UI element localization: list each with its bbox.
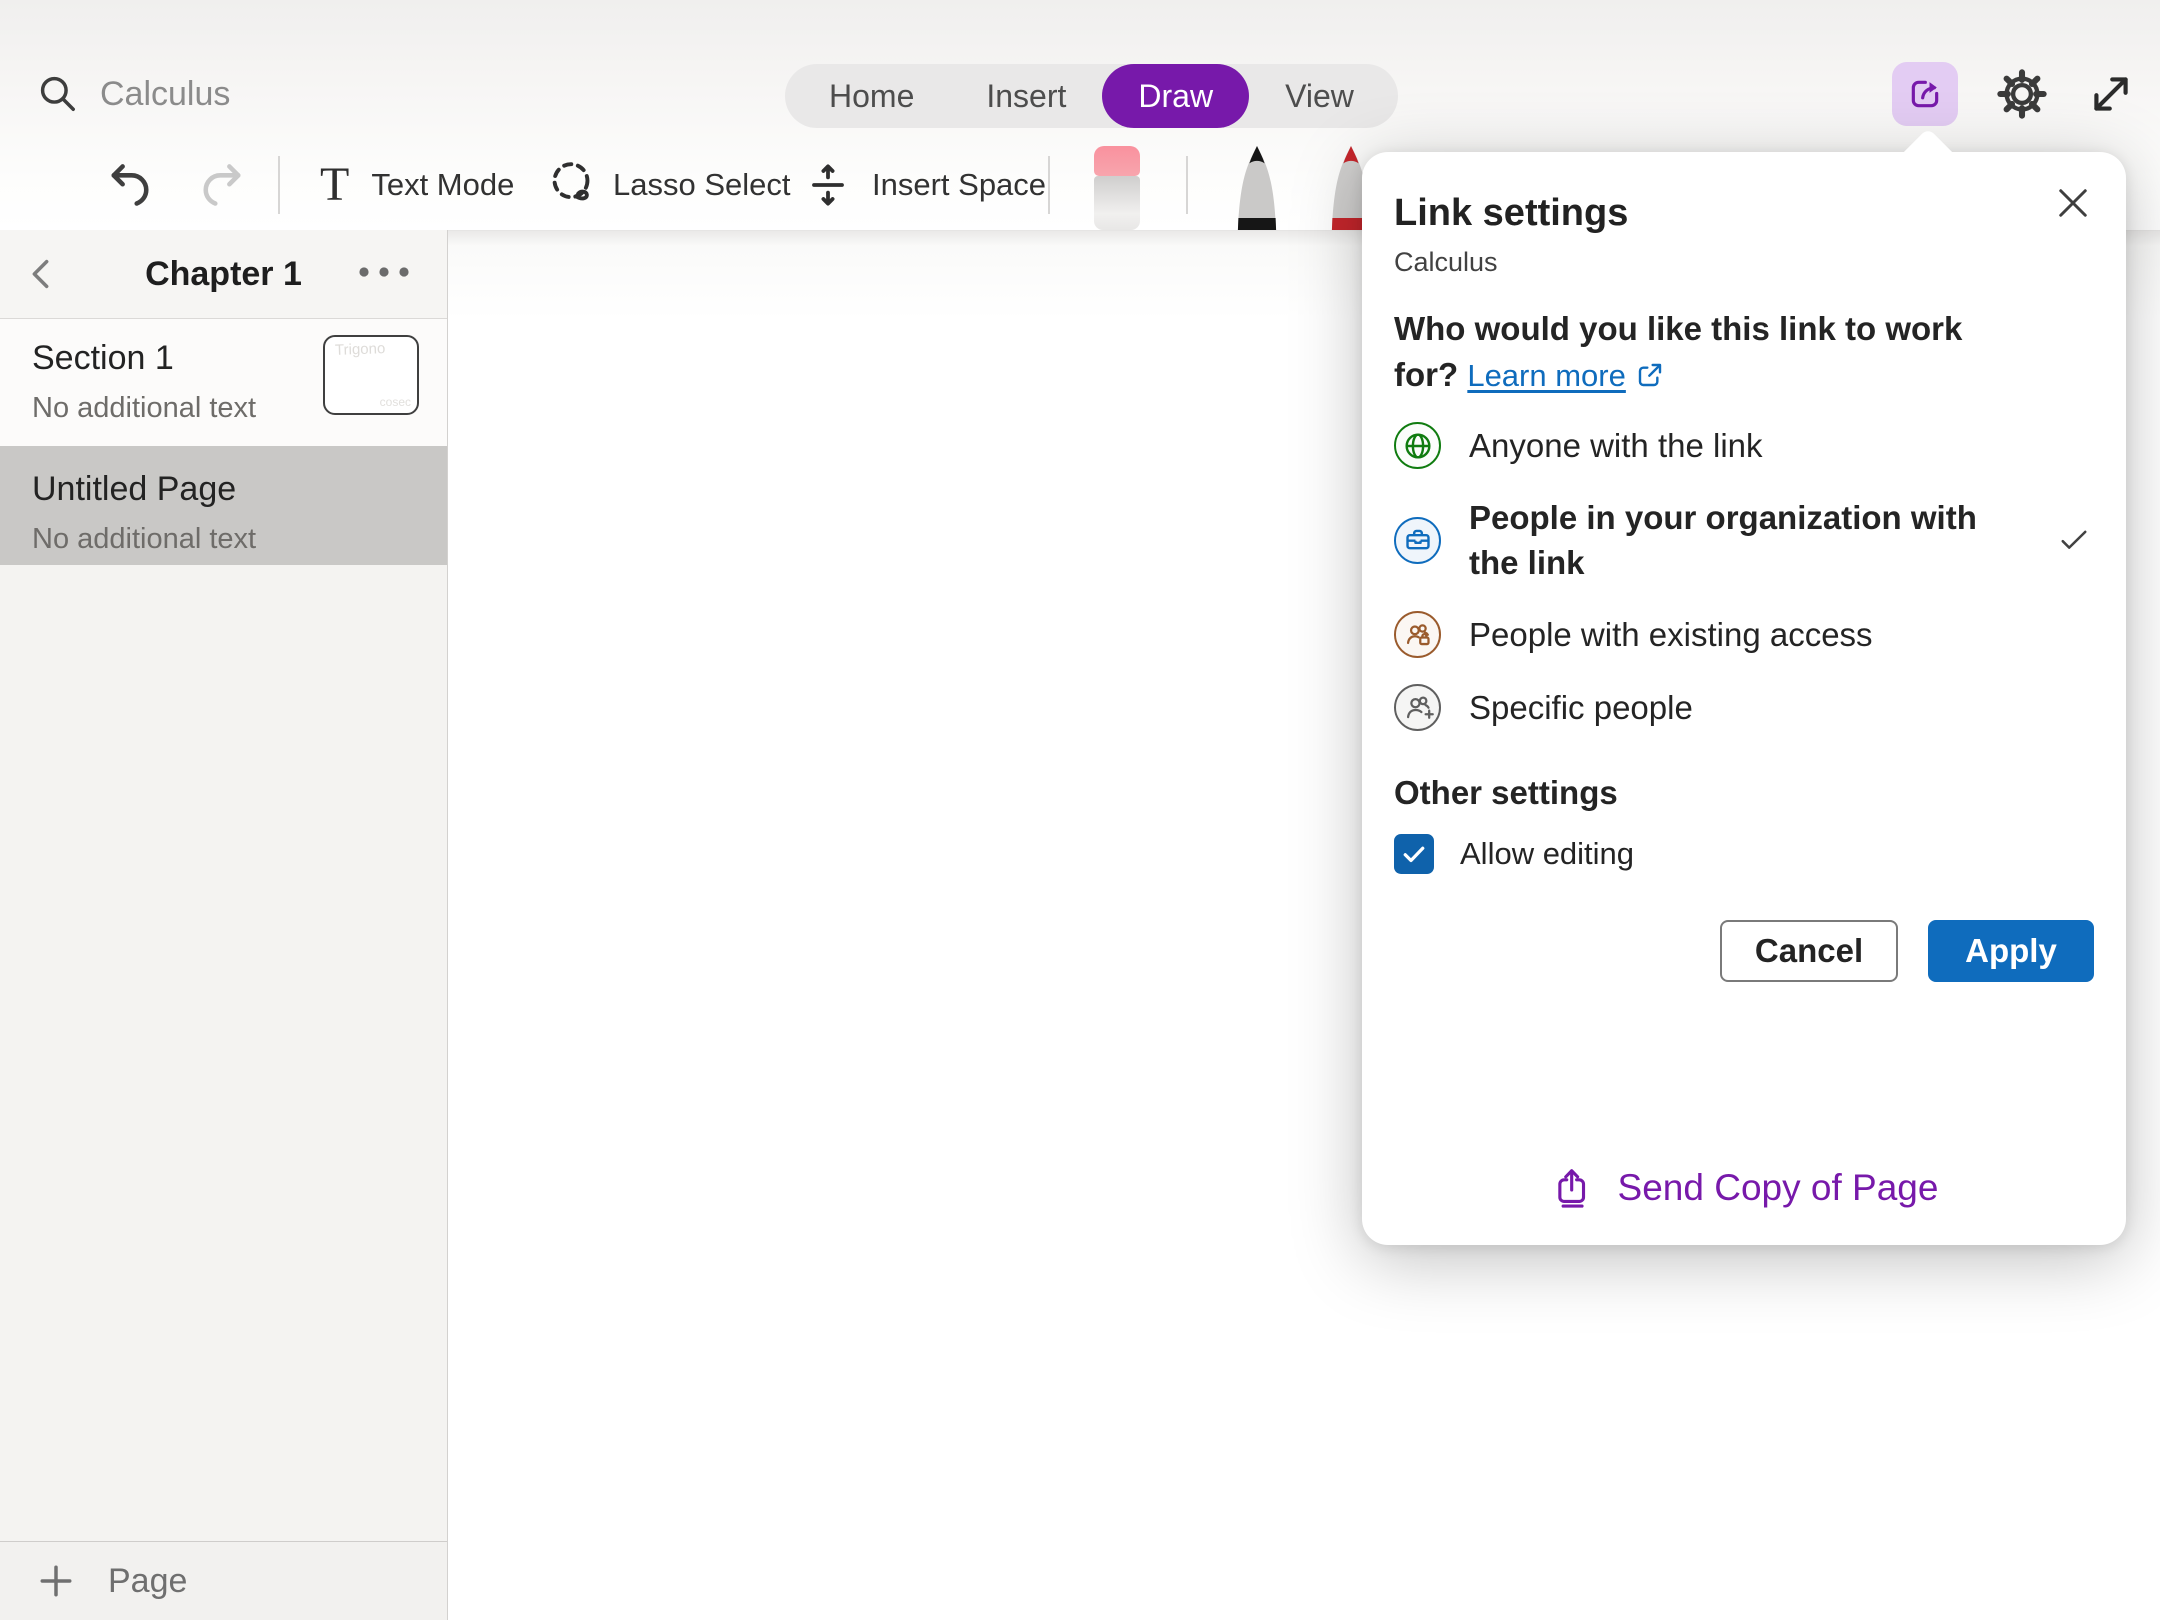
link-audience-options: Anyone with the link People in your orga… [1394, 409, 2094, 744]
insert-space-button[interactable]: Insert Space [804, 158, 1046, 212]
allow-editing-label: Allow editing [1460, 836, 1634, 872]
insert-space-icon [804, 159, 852, 211]
page-list-item-untitled[interactable]: Untitled Page No additional text [0, 446, 447, 565]
dialog-notebook-name: Calculus [1394, 247, 2094, 278]
option-label: People in your organization with the lin… [1469, 495, 1989, 585]
option-people-in-organization[interactable]: People in your organization with the lin… [1394, 482, 2094, 598]
notebook-search[interactable]: Calculus [36, 72, 230, 116]
back-button[interactable] [22, 254, 62, 294]
share-icon [1905, 74, 1945, 114]
add-page-label: Page [108, 1562, 187, 1601]
other-settings-heading: Other settings [1394, 774, 2094, 812]
lasso-icon [545, 159, 597, 211]
redo-button[interactable] [196, 158, 248, 210]
fullscreen-button[interactable] [2086, 69, 2136, 119]
people-lock-icon [1394, 611, 1441, 658]
briefcase-icon [1394, 517, 1441, 564]
tab-insert[interactable]: Insert [950, 64, 1102, 128]
link-audience-question: Who would you like this link to work for… [1394, 306, 2004, 399]
lasso-select-button[interactable]: Lasso Select [545, 158, 791, 212]
option-label: Anyone with the link [1469, 423, 1763, 468]
dialog-buttons: Cancel Apply [1394, 920, 2094, 982]
add-page-button[interactable]: Page [0, 1541, 447, 1620]
search-icon [36, 72, 80, 116]
page-list-sidebar: Chapter 1 Section 1 No additional text T… [0, 230, 448, 1620]
link-settings-dialog: Link settings Calculus Who would you lik… [1362, 152, 2126, 1245]
text-mode-button[interactable]: T Text Mode [320, 158, 514, 212]
option-anyone-with-link[interactable]: Anyone with the link [1394, 409, 2094, 482]
globe-icon [1394, 422, 1441, 469]
sidebar-header: Chapter 1 [0, 230, 447, 319]
allow-editing-row: Allow editing [1394, 834, 2094, 874]
close-dialog-button[interactable] [2050, 180, 2096, 226]
external-link-icon [1634, 359, 1666, 391]
send-copy-label: Send Copy of Page [1618, 1167, 1939, 1209]
page-list-item-section1[interactable]: Section 1 No additional text Trigono cos… [0, 319, 447, 446]
option-label: People with existing access [1469, 612, 1873, 657]
text-mode-label: Text Mode [371, 158, 514, 212]
apply-button[interactable]: Apply [1928, 920, 2094, 982]
send-copy-icon [1550, 1165, 1596, 1211]
page-title: Untitled Page [32, 470, 447, 509]
option-label: Specific people [1469, 685, 1693, 730]
share-button[interactable] [1892, 62, 1958, 126]
toolbar-divider [278, 156, 280, 214]
dialog-title: Link settings [1394, 152, 2094, 235]
option-people-existing-access[interactable]: People with existing access [1394, 598, 2094, 671]
learn-more-link[interactable]: Learn more [1467, 358, 1626, 393]
header-actions [1892, 62, 2136, 126]
undo-button[interactable] [104, 158, 156, 210]
ribbon-tabs: Home Insert Draw View [785, 64, 1398, 128]
toolbar-divider [1048, 156, 1050, 214]
eraser-icon [1094, 146, 1140, 176]
toolbar-divider [1186, 156, 1188, 214]
tab-draw[interactable]: Draw [1102, 64, 1249, 128]
selected-check-icon [2056, 522, 2092, 558]
onenote-app: Calculus Home Insert Draw View [0, 0, 2160, 1620]
insert-space-label: Insert Space [872, 158, 1046, 212]
black-pen-tool[interactable] [1228, 144, 1286, 230]
cancel-button[interactable]: Cancel [1720, 920, 1898, 982]
lasso-select-label: Lasso Select [613, 158, 791, 212]
send-copy-button[interactable]: Send Copy of Page [1362, 1165, 2126, 1211]
plus-icon [34, 1559, 78, 1603]
section-title: Chapter 1 [145, 255, 302, 294]
tab-home[interactable]: Home [793, 64, 950, 128]
allow-editing-checkbox[interactable] [1394, 834, 1434, 874]
option-specific-people[interactable]: Specific people [1394, 671, 2094, 744]
person-add-icon [1394, 684, 1441, 731]
tab-view[interactable]: View [1249, 64, 1390, 128]
page-thumbnail: Trigono cosec [323, 335, 419, 415]
more-options-button[interactable] [355, 260, 413, 284]
search-notebook-name: Calculus [100, 75, 230, 114]
text-mode-icon: T [320, 158, 349, 212]
settings-button[interactable] [1996, 68, 2048, 120]
page-subtitle: No additional text [32, 523, 447, 556]
eraser-tool[interactable] [1094, 146, 1140, 230]
